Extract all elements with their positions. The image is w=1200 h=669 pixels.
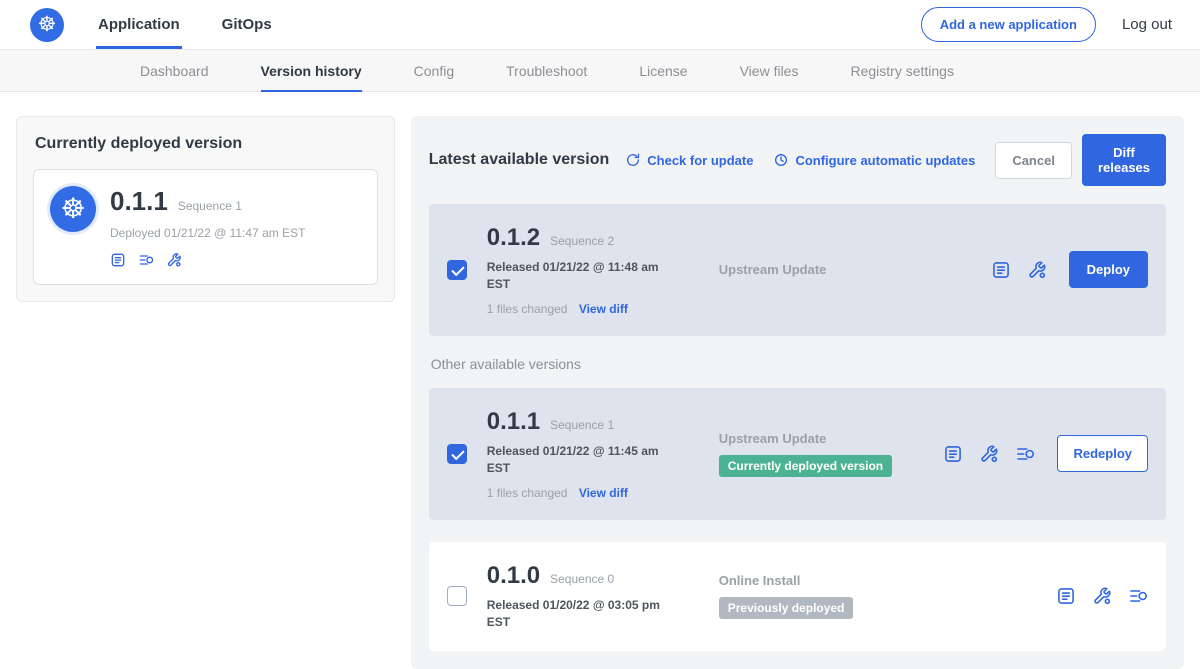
version-info: 0.1.1 Sequence 1 Released 01/21/22 @ 11:…	[487, 408, 705, 500]
version-number: 0.1.1	[487, 408, 540, 436]
view-diff-link[interactable]: View diff	[579, 302, 628, 316]
version-info: 0.1.2 Sequence 2 Released 01/21/22 @ 11:…	[487, 224, 705, 316]
files-changed: 1 files changed View diff	[487, 486, 705, 500]
subnav-item-config[interactable]: Config	[414, 50, 454, 91]
version-sequence: Sequence 1	[550, 418, 614, 432]
version-history-panel: Latest available version Check for updat…	[411, 116, 1184, 669]
version-checkbox[interactable]	[447, 260, 467, 280]
version-released: Released 01/21/22 @ 11:45 am EST	[487, 443, 669, 478]
source-label: Online Install	[719, 573, 801, 588]
version-sequence: Sequence 2	[550, 234, 614, 248]
subnav-label: Registry settings	[850, 63, 953, 79]
release-notes-icon[interactable]	[1056, 586, 1076, 606]
configure-automatic-updates-label: Configure automatic updates	[795, 153, 975, 168]
subnav-label: License	[639, 63, 687, 79]
check-for-update-link[interactable]: Check for update	[625, 152, 753, 168]
other-versions-title: Other available versions	[431, 356, 1164, 372]
view-diff-link[interactable]: View diff	[579, 486, 628, 500]
version-source: Upstream Update Currently deployed versi…	[705, 431, 944, 477]
version-actions: Redeploy	[943, 435, 1148, 472]
nav-tab-application-label: Application	[98, 16, 180, 33]
version-actions	[1056, 586, 1148, 606]
logout-link[interactable]: Log out	[1122, 16, 1172, 33]
navbar-tabs: Application GitOps	[98, 0, 314, 49]
source-label: Upstream Update	[719, 431, 827, 446]
nav-tab-application[interactable]: Application	[98, 0, 180, 49]
diff-releases-button[interactable]: Diff releases	[1082, 134, 1166, 186]
deployed-version-number: 0.1.1	[110, 186, 168, 217]
version-source: Upstream Update	[705, 262, 991, 277]
app-subnav: Dashboard Version history Config Trouble…	[0, 50, 1200, 92]
deploy-button[interactable]: Deploy	[1069, 251, 1148, 288]
currently-deployed-title: Currently deployed version	[35, 135, 378, 153]
schedule-clock-icon	[773, 152, 789, 168]
config-wrench-icon[interactable]	[1092, 586, 1112, 606]
previously-deployed-badge: Previously deployed	[719, 597, 854, 619]
subnav-item-view-files[interactable]: View files	[740, 50, 799, 91]
version-number: 0.1.0	[487, 562, 540, 590]
view-logs-icon[interactable]	[1015, 444, 1035, 464]
redeploy-button[interactable]: Redeploy	[1057, 435, 1148, 472]
currently-deployed-panel: Currently deployed version ☸ 0.1.1 Seque…	[16, 116, 395, 302]
subnav-item-dashboard[interactable]: Dashboard	[140, 50, 209, 91]
config-wrench-icon[interactable]	[1027, 260, 1047, 280]
latest-version-header: Latest available version Check for updat…	[429, 134, 1166, 186]
view-logs-icon[interactable]	[1128, 586, 1148, 606]
navbar-right: Add a new application Log out	[921, 7, 1172, 42]
version-checkbox[interactable]	[447, 444, 467, 464]
subnav-item-troubleshoot[interactable]: Troubleshoot	[506, 50, 587, 91]
version-source: Online Install Previously deployed	[705, 573, 1056, 619]
version-released: Released 01/21/22 @ 11:48 am EST	[487, 259, 669, 294]
deployed-sequence: Sequence 1	[178, 199, 242, 213]
version-number: 0.1.2	[487, 224, 540, 252]
version-actions: Deploy	[991, 251, 1148, 288]
latest-version-title: Latest available version	[429, 151, 610, 169]
config-wrench-icon[interactable]	[166, 252, 182, 268]
version-row-0-1-1: 0.1.1 Sequence 1 Released 01/21/22 @ 11:…	[429, 388, 1166, 520]
configure-automatic-updates-link[interactable]: Configure automatic updates	[773, 152, 975, 168]
subnav-label: Config	[414, 63, 454, 79]
subnav-label: View files	[740, 63, 799, 79]
deployed-action-icons	[110, 252, 305, 268]
release-notes-icon[interactable]	[110, 252, 126, 268]
main-content: Currently deployed version ☸ 0.1.1 Seque…	[0, 92, 1200, 669]
version-checkbox[interactable]	[447, 586, 467, 606]
cancel-button[interactable]: Cancel	[995, 142, 1072, 179]
nav-tab-gitops[interactable]: GitOps	[222, 0, 272, 49]
add-application-button[interactable]: Add a new application	[921, 7, 1096, 42]
files-changed-label: 1 files changed	[487, 486, 568, 500]
deployed-timestamp: Deployed 01/21/22 @ 11:47 am EST	[110, 226, 305, 240]
app-helm-icon: ☸	[50, 186, 96, 232]
view-logs-icon[interactable]	[138, 252, 154, 268]
nav-tab-gitops-label: GitOps	[222, 16, 272, 33]
config-wrench-icon[interactable]	[979, 444, 999, 464]
release-notes-icon[interactable]	[943, 444, 963, 464]
deployed-version-card: ☸ 0.1.1 Sequence 1 Deployed 01/21/22 @ 1…	[33, 169, 378, 285]
check-for-update-label: Check for update	[647, 153, 753, 168]
deployed-version-details: 0.1.1 Sequence 1 Deployed 01/21/22 @ 11:…	[110, 186, 305, 268]
subnav-item-license[interactable]: License	[639, 50, 687, 91]
currently-deployed-badge: Currently deployed version	[719, 455, 892, 477]
source-label: Upstream Update	[719, 262, 827, 277]
files-changed-label: 1 files changed	[487, 302, 568, 316]
refresh-icon	[625, 152, 641, 168]
version-released: Released 01/20/22 @ 03:05 pm EST	[487, 597, 669, 632]
files-changed: 1 files changed View diff	[487, 302, 705, 316]
release-notes-icon[interactable]	[991, 260, 1011, 280]
subnav-label: Version history	[261, 63, 362, 79]
version-info: 0.1.0 Sequence 0 Released 01/20/22 @ 03:…	[487, 562, 705, 632]
subnav-label: Troubleshoot	[506, 63, 587, 79]
version-row-0-1-2: 0.1.2 Sequence 2 Released 01/21/22 @ 11:…	[429, 204, 1166, 336]
subnav-item-registry-settings[interactable]: Registry settings	[850, 50, 953, 91]
version-row-0-1-0: 0.1.0 Sequence 0 Released 01/20/22 @ 03:…	[429, 542, 1166, 652]
version-sequence: Sequence 0	[550, 572, 614, 586]
subnav-item-version-history[interactable]: Version history	[261, 50, 362, 91]
kubernetes-logo-icon[interactable]: ☸	[30, 8, 64, 42]
subnav-label: Dashboard	[140, 63, 209, 79]
top-navbar: ☸ Application GitOps Add a new applicati…	[0, 0, 1200, 50]
